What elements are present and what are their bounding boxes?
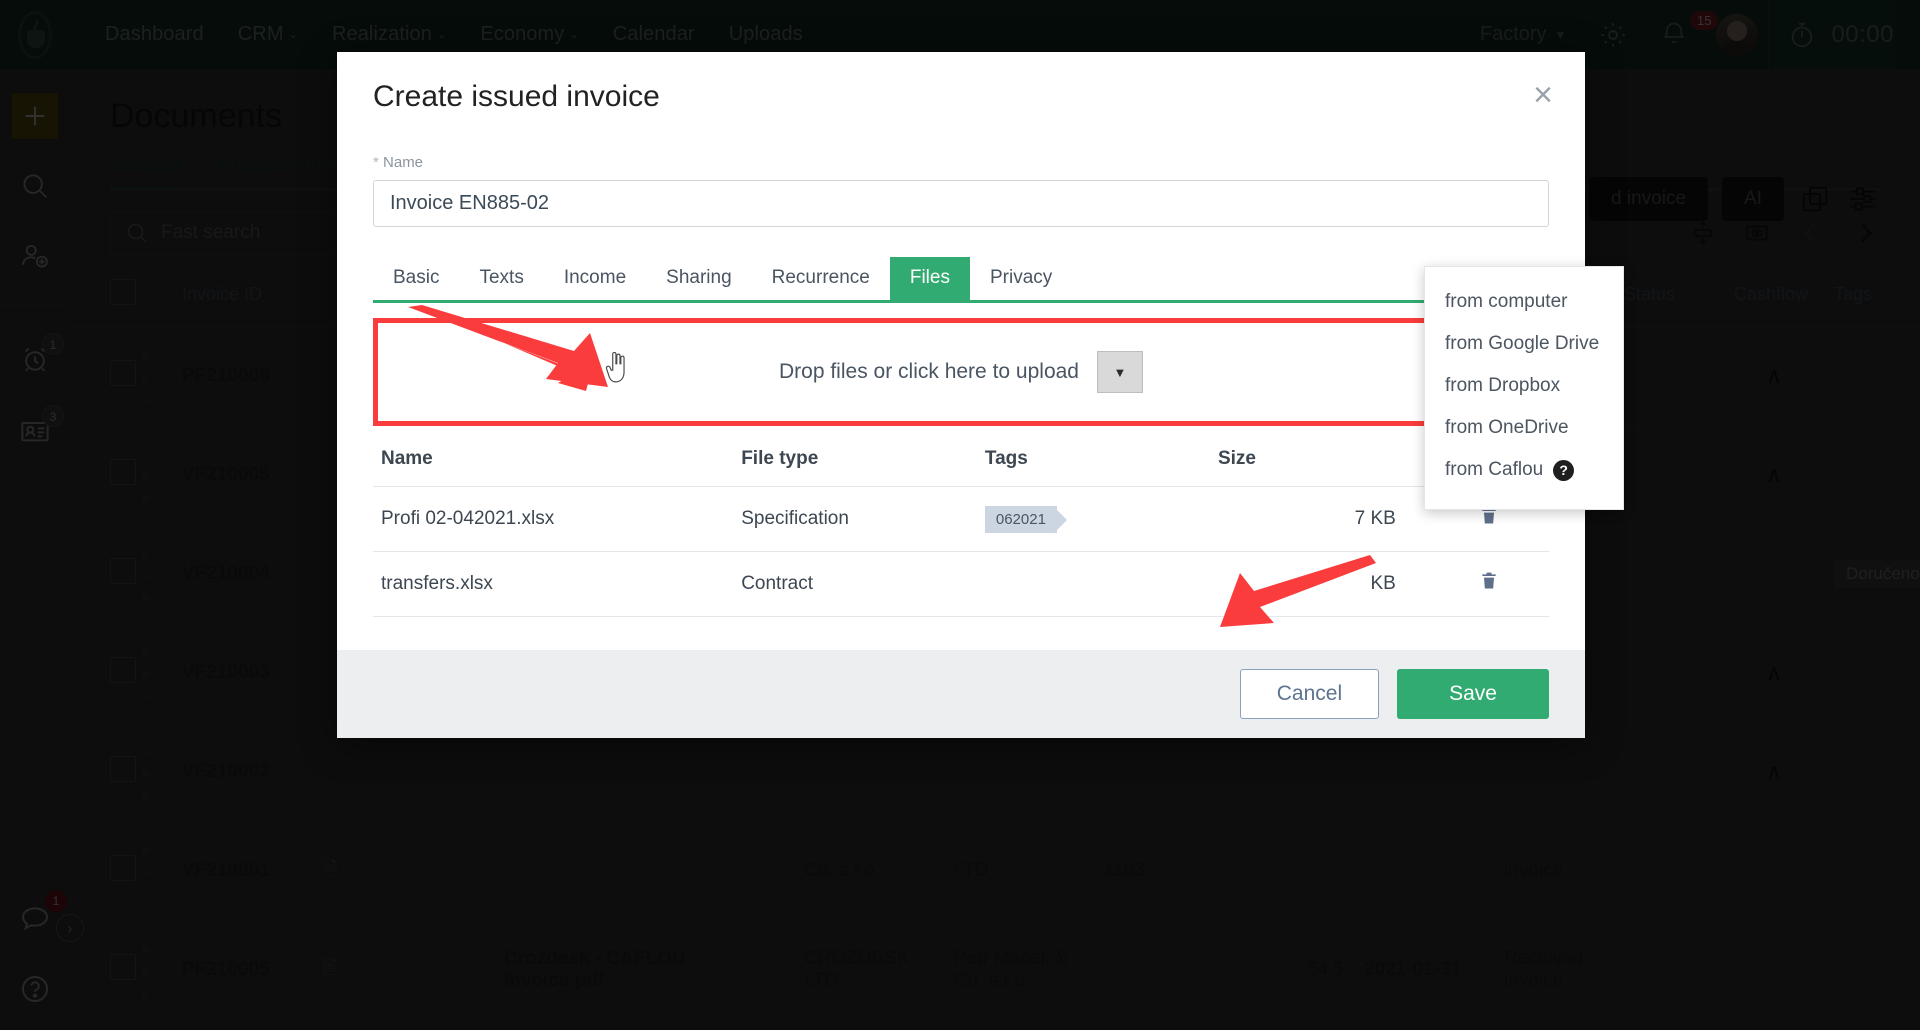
create-issued-invoice-modal: Create issued invoice × * Name Basic Tex… <box>337 52 1624 738</box>
menu-label: from computer <box>1445 291 1568 312</box>
tab-basic[interactable]: Basic <box>373 257 459 300</box>
name-label-text: Name <box>383 154 424 171</box>
menu-label: from OneDrive <box>1445 417 1569 438</box>
modal-title: Create issued invoice <box>373 80 660 113</box>
file-name-cell[interactable]: Profi 02-042021.xlsx <box>373 486 734 552</box>
file-tags-cell: 062021 <box>976 486 1210 552</box>
menu-item-from-onedrive[interactable]: from OneDrive <box>1425 407 1623 449</box>
upload-source-dropdown-button[interactable]: ▼ <box>1096 351 1143 393</box>
modal-header: Create issued invoice × <box>337 52 1585 114</box>
close-icon[interactable]: × <box>1533 78 1553 112</box>
menu-item-from-dropbox[interactable]: from Dropbox <box>1425 365 1623 407</box>
file-delete-cell[interactable] <box>1421 551 1549 617</box>
tab-recurrence[interactable]: Recurrence <box>752 257 890 300</box>
required-marker: * <box>373 154 379 171</box>
tab-income[interactable]: Income <box>544 257 646 300</box>
file-type-cell: Contract <box>733 551 977 617</box>
tab-sharing[interactable]: Sharing <box>646 257 752 300</box>
file-row: Profi 02-042021.xlsx Specification 062021 7… <box>373 486 1549 552</box>
menu-item-from-google-drive[interactable]: from Google Drive <box>1425 323 1623 365</box>
trash-icon[interactable] <box>1479 572 1499 597</box>
file-tags-cell <box>976 551 1210 617</box>
modal-footer: Cancel Save <box>337 650 1585 738</box>
tab-files[interactable]: Files <box>889 257 970 300</box>
cancel-button[interactable]: Cancel <box>1239 669 1380 719</box>
modal-tabs: Basic Texts Income Sharing Recurrence Fi… <box>373 257 1549 303</box>
file-size-cell: 7 KB <box>1209 486 1422 552</box>
tab-texts[interactable]: Texts <box>459 257 543 300</box>
file-type-cell: Specification <box>733 486 977 552</box>
menu-item-from-computer[interactable]: from computer <box>1425 281 1623 323</box>
file-table-header-row: Name File type Tags Size <box>373 448 1549 487</box>
file-col-tags: Tags <box>976 448 1210 487</box>
file-table-body: Profi 02-042021.xlsx Specification 062021 7… <box>373 486 1549 617</box>
save-button[interactable]: Save <box>1397 669 1549 719</box>
file-col-type: File type <box>733 448 977 487</box>
tab-privacy[interactable]: Privacy <box>970 257 1072 300</box>
modal-body: * Name Basic Texts Income Sharing Recurr… <box>337 114 1624 650</box>
file-dropzone[interactable]: Drop files or click here to upload ▼ <box>373 318 1549 426</box>
file-name-cell[interactable]: transfers.xlsx <box>373 551 734 617</box>
attached-files-table: Name File type Tags Size Profi 02-042021… <box>373 448 1549 617</box>
file-tag-pill[interactable]: 062021 <box>984 505 1068 534</box>
upload-source-menu: from computer from Google Drive from Dro… <box>1424 266 1624 510</box>
menu-item-from-caflou[interactable]: from Caflou ? <box>1425 449 1623 491</box>
dropzone-inner: Drop files or click here to upload ▼ <box>779 351 1143 393</box>
menu-label: from Google Drive <box>1445 333 1600 354</box>
name-field-label: * Name <box>373 154 1549 171</box>
file-size-cell: KB <box>1209 551 1422 617</box>
name-input[interactable] <box>373 180 1549 227</box>
help-icon[interactable]: ? <box>1553 459 1575 481</box>
menu-label: from Caflou <box>1445 459 1544 480</box>
file-col-size: Size <box>1209 448 1422 487</box>
file-col-name: Name <box>373 448 734 487</box>
file-row: transfers.xlsx Contract KB <box>373 551 1549 617</box>
menu-label: from Dropbox <box>1445 375 1561 396</box>
dropzone-label: Drop files or click here to upload <box>779 360 1079 383</box>
trash-icon[interactable] <box>1479 507 1499 532</box>
